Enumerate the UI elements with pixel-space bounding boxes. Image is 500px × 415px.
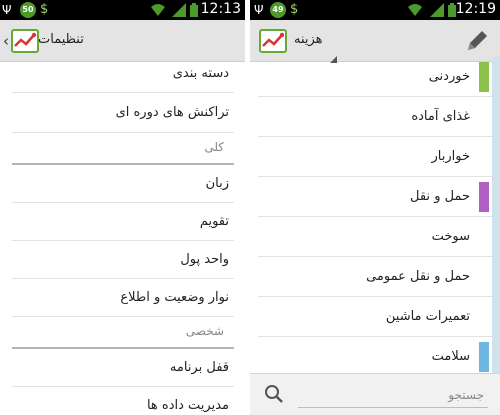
category-item[interactable]: سوخت xyxy=(258,217,494,257)
category-label: سلامت xyxy=(431,349,470,364)
category-label: خواربار xyxy=(431,149,471,164)
setting-app-lock[interactable]: قفل برنامه xyxy=(12,349,234,387)
category-item[interactable]: حمل و نقل عمومی xyxy=(258,257,494,297)
action-bar: هزینه xyxy=(250,20,500,63)
category-label: حمل و نقل xyxy=(410,189,470,204)
category-item[interactable]: حمل و نقل xyxy=(258,177,494,217)
setting-language[interactable]: زبان xyxy=(12,165,234,203)
setting-recurring-transactions[interactable]: تراکنش های دوره ای xyxy=(12,93,234,133)
expense-type-spinner[interactable]: هزینه xyxy=(294,32,323,47)
settings-list: دسته بندی تراکنش های دوره ای کلی زبان تق… xyxy=(12,55,234,415)
category-color-marker xyxy=(479,62,489,92)
setting-status-bar-notification[interactable]: نوار وضعیت و اطلاع xyxy=(12,279,234,317)
chevron-left-icon[interactable]: ‹ xyxy=(3,33,9,49)
category-item[interactable]: تعمیرات ماشین xyxy=(258,297,494,337)
usb-icon: Ψ xyxy=(254,3,264,17)
section-header-personal: شخصی xyxy=(12,317,234,349)
wifi-icon xyxy=(151,4,165,16)
dollar-icon: $ xyxy=(40,2,49,17)
category-label: تعمیرات ماشین xyxy=(385,309,470,324)
battery-icon xyxy=(190,3,198,17)
category-list: خوردنی غذای آماده خواربار حمل و نقل سوخت… xyxy=(258,57,494,377)
status-bar: Ψ 50 $ 12:13 xyxy=(0,0,245,20)
category-item[interactable]: خواربار xyxy=(258,137,494,177)
category-label: سوخت xyxy=(431,229,470,244)
category-item[interactable]: غذای آماده xyxy=(258,97,494,137)
category-item[interactable]: خوردنی xyxy=(258,57,494,97)
setting-calendar[interactable]: تقویم xyxy=(12,203,234,241)
status-time: 12:13 xyxy=(200,1,241,17)
category-item[interactable]: سلامت xyxy=(258,337,494,377)
setting-currency[interactable]: واحد پول xyxy=(12,241,234,279)
category-color-marker xyxy=(479,182,489,212)
pencil-icon[interactable] xyxy=(464,28,490,54)
notification-badge: 49 xyxy=(270,2,286,18)
category-label: غذای آماده xyxy=(411,109,470,124)
status-bar: Ψ 49 $ 12:19 xyxy=(250,0,500,20)
usb-icon: Ψ xyxy=(2,3,12,17)
scroll-edge-highlight xyxy=(492,57,500,375)
expense-screen: Ψ 49 $ 12:19 هزینه خوردنی غذای آماده خوا… xyxy=(250,0,500,415)
app-logo-icon[interactable] xyxy=(10,26,40,56)
category-label: خوردنی xyxy=(428,69,470,84)
wifi-icon xyxy=(408,4,422,16)
status-time: 12:19 xyxy=(455,1,496,17)
search-bar xyxy=(250,373,500,415)
setting-categories[interactable]: دسته بندی xyxy=(12,55,234,93)
signal-icon xyxy=(430,3,444,17)
page-title: تنظیمات xyxy=(38,32,84,47)
settings-screen: Ψ 50 $ 12:13 ‹ تنظیمات دسته بندی تراکنش … xyxy=(0,0,245,415)
category-color-marker xyxy=(479,342,489,372)
setting-data-management[interactable]: مدیریت داده ها xyxy=(12,387,234,415)
section-header-general: کلی xyxy=(12,133,234,165)
search-input[interactable] xyxy=(298,382,488,408)
notification-badge: 50 xyxy=(20,2,36,18)
search-icon[interactable] xyxy=(264,384,284,404)
category-label: حمل و نقل عمومی xyxy=(366,269,470,284)
app-logo-icon[interactable] xyxy=(258,26,288,56)
dollar-icon: $ xyxy=(290,2,299,17)
signal-icon xyxy=(172,3,186,17)
